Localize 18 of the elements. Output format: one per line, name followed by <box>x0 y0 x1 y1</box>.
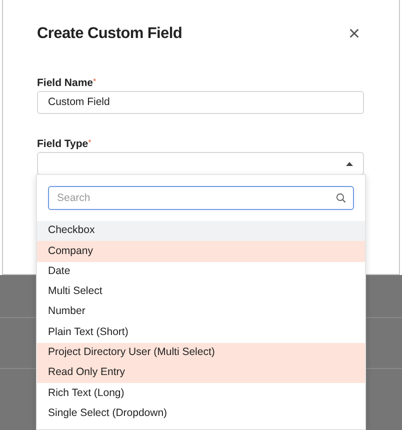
dropdown-option[interactable]: Checkbox <box>37 221 365 242</box>
dropdown-option[interactable]: Date <box>37 262 365 282</box>
dropdown-option[interactable]: Rich Text (Long) <box>37 383 365 404</box>
dropdown-option[interactable]: Plain Text (Short) <box>37 322 365 343</box>
field-label: Field Name <box>37 77 94 90</box>
search-field[interactable]: Search <box>48 186 354 210</box>
dialog-title: Create Custom Field <box>37 24 182 44</box>
field-label: Field Type <box>37 138 88 152</box>
required-mark: * <box>88 138 92 148</box>
dropdown-option[interactable]: Company <box>37 241 365 262</box>
close-button[interactable]: × <box>344 24 364 44</box>
text-field[interactable]: Custom Field <box>37 91 364 114</box>
dropdown-option[interactable]: Single Select (Dropdown) <box>37 404 365 424</box>
required-mark: * <box>93 77 96 86</box>
dropdown-option[interactable]: Read Only Entry <box>37 363 365 384</box>
dropdown-option[interactable]: Project Directory User (Multi Select) <box>37 342 365 364</box>
dropdown-option[interactable]: Multi Select <box>37 282 365 302</box>
dropdown-option[interactable]: Number <box>37 302 365 322</box>
